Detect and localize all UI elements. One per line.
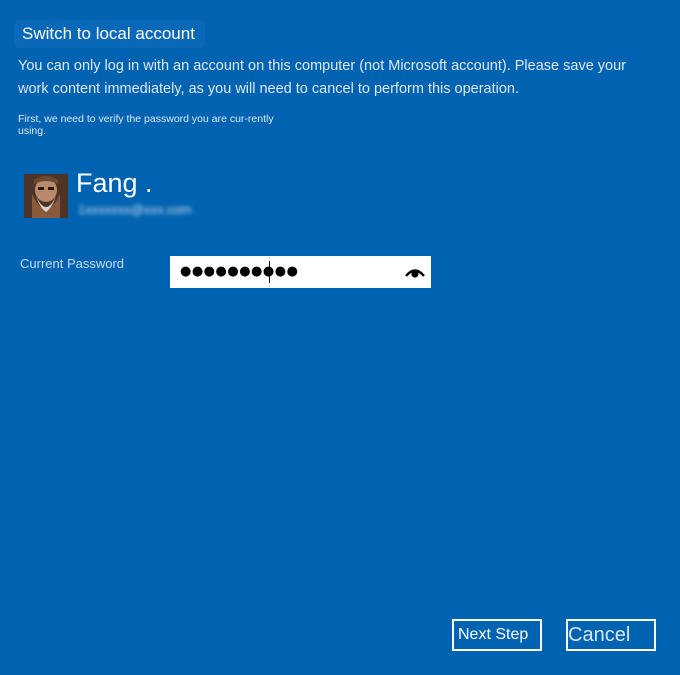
text-caret [269,261,270,283]
current-password-field[interactable]: ●●●●●●●●●● [170,256,431,288]
dialog-description: You can only log in with an account on t… [18,58,626,97]
verify-note: First, we need to verify the password yo… [18,113,274,137]
current-password-label: Current Password [20,256,125,271]
user-name: Fang . [76,168,153,198]
password-value: ●●●●●●●●●● [180,264,299,279]
next-step-button[interactable]: Next Step [452,619,542,651]
eye-icon[interactable] [404,264,426,280]
user-avatar [24,174,68,218]
cancel-button[interactable]: Cancel [566,619,656,651]
avatar-image [24,174,68,218]
eye-icon-glyph [405,269,425,278]
user-email: 1xxxxxxx@xxx.com [78,202,192,217]
dialog-title: Switch to local account [14,20,205,48]
